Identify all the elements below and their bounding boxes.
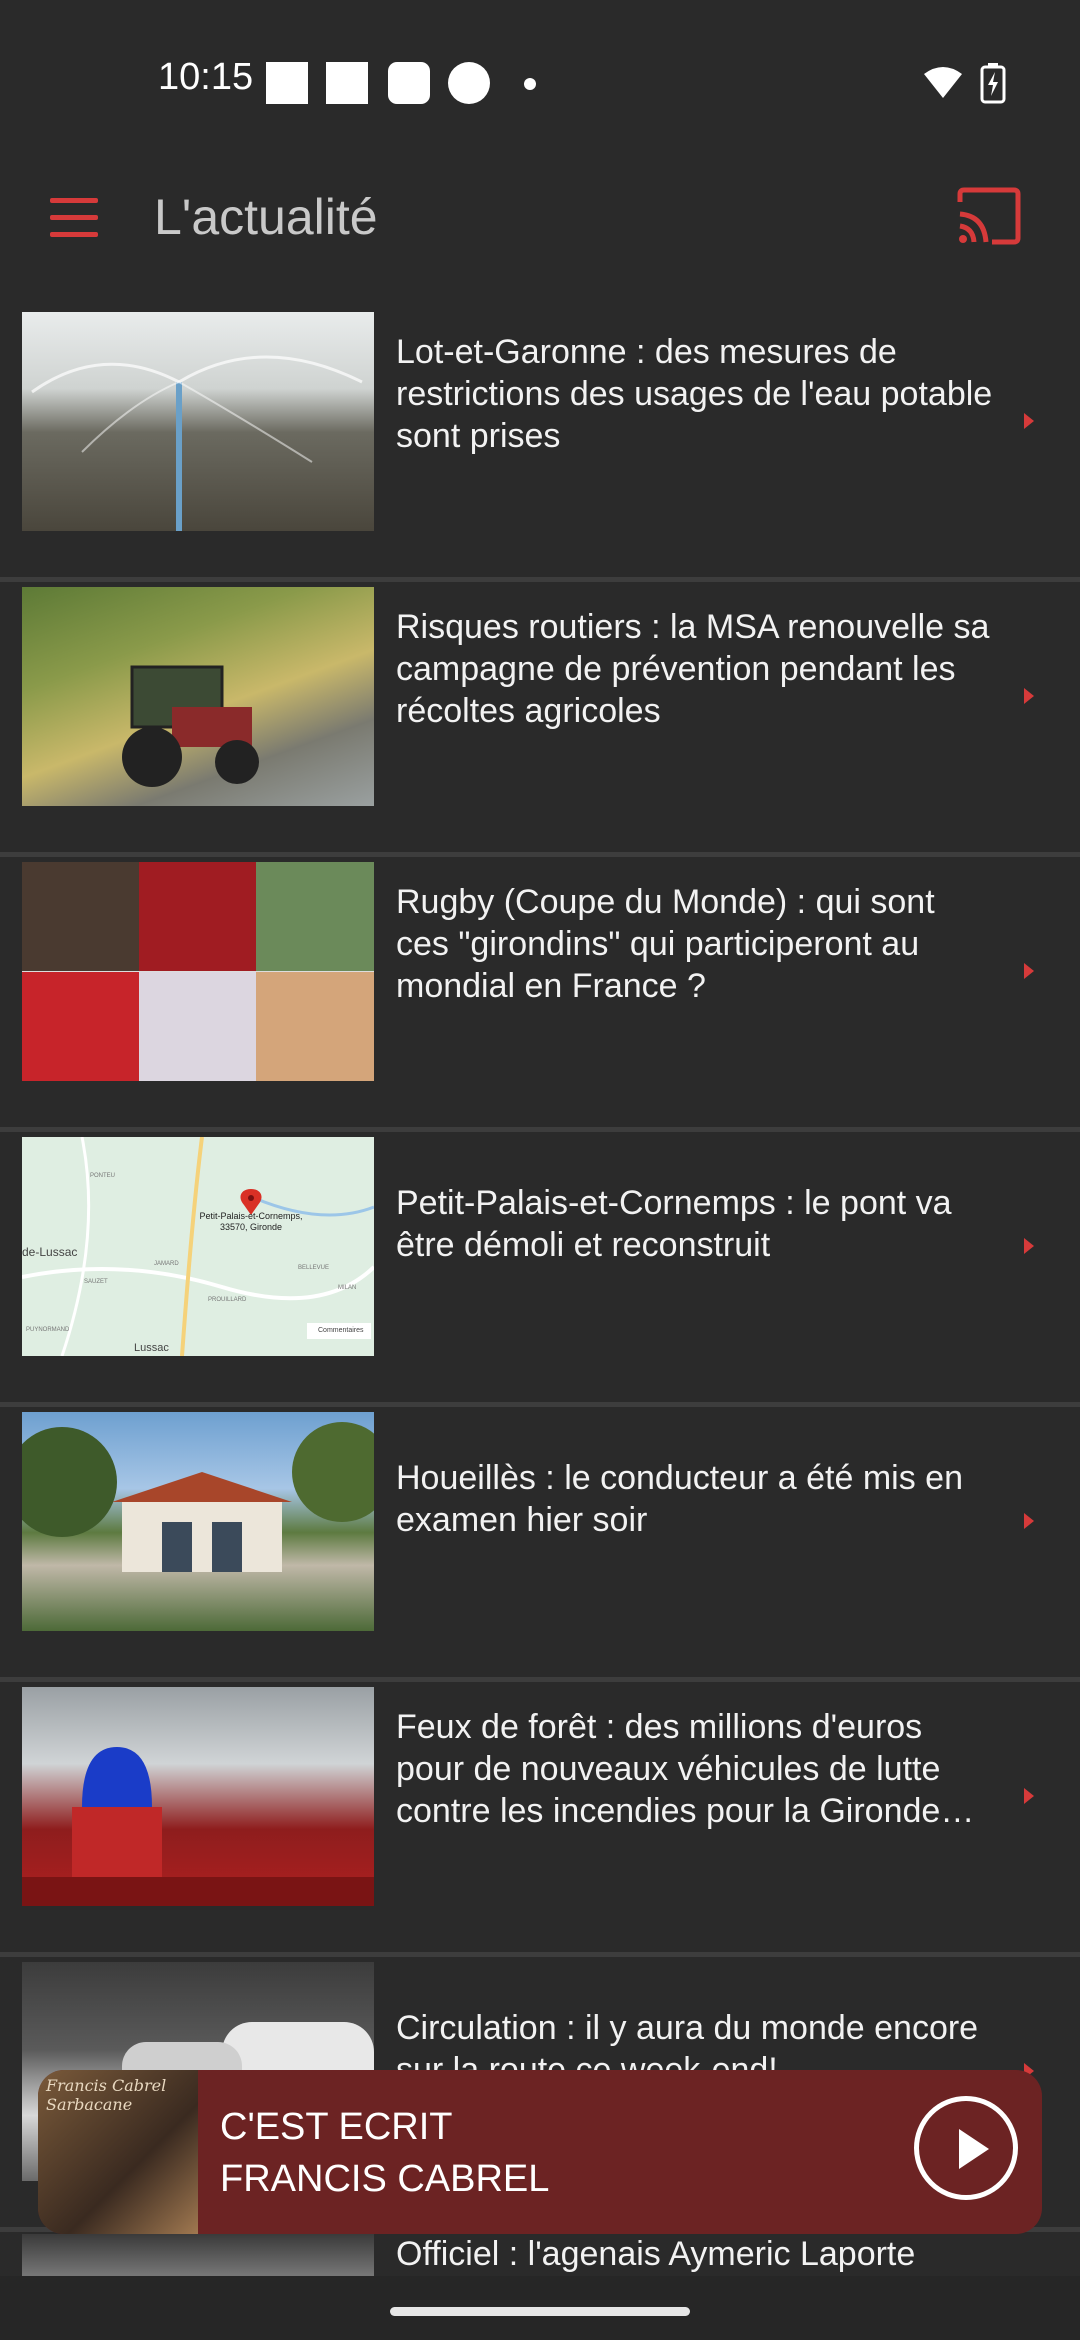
- news-title: Feux de forêt : des millions d'euros pou…: [396, 1708, 975, 1830]
- chevron-right-icon: [1024, 413, 1034, 429]
- chevron-right-icon: [1024, 1513, 1034, 1529]
- player-artist: FRANCIS CABREL: [220, 2158, 550, 2200]
- news-item[interactable]: Petit-Palais-et-Cornemps, 33570, Gironde…: [0, 1136, 1080, 1407]
- app-bar: L'actualité: [0, 150, 1080, 290]
- chevron-right-icon: [1024, 1238, 1034, 1254]
- news-title: Risques routiers : la MSA renouvelle sa …: [396, 608, 990, 730]
- news-item[interactable]: Officiel : l'agenais Aymeric Laporte: [0, 2234, 1080, 2276]
- player-title: C'EST ECRIT: [220, 2106, 453, 2148]
- news-thumbnail: [22, 1687, 374, 1906]
- news-thumbnail: [22, 312, 374, 531]
- news-item[interactable]: Feux de forêt : des millions d'euros pou…: [0, 1686, 1080, 1957]
- play-button[interactable]: [914, 2096, 1018, 2200]
- notification-icon: [448, 62, 490, 104]
- more-notifications-icon: [524, 78, 536, 90]
- news-thumbnail: [22, 862, 374, 1081]
- news-title: Officiel : l'agenais Aymeric Laporte: [396, 2235, 916, 2273]
- map-label: PONTEU: [90, 1173, 116, 1179]
- news-item[interactable]: Lot-et-Garonne : des mesures de restrict…: [0, 311, 1080, 582]
- map-label: de-Lussac: [22, 1245, 78, 1259]
- news-thumbnail: [22, 587, 374, 806]
- album-cover: Francis Cabrel Sarbacane: [38, 2070, 198, 2234]
- news-item[interactable]: Risques routiers : la MSA renouvelle sa …: [0, 586, 1080, 857]
- mini-player[interactable]: Francis Cabrel Sarbacane C'EST ECRIT FRA…: [38, 2070, 1042, 2234]
- news-title: Petit-Palais-et-Cornemps : le pont va êt…: [396, 1184, 952, 1264]
- status-bar: 10:15: [0, 0, 1080, 150]
- map-label: MILAN: [338, 1285, 357, 1291]
- news-title: Rugby (Coupe du Monde) : qui sont ces "g…: [396, 883, 935, 1005]
- page-title: L'actualité: [154, 189, 378, 245]
- play-icon: [959, 2129, 989, 2169]
- news-thumbnail: Petit-Palais-et-Cornemps, 33570, Gironde…: [22, 1137, 374, 1356]
- album-cover-text: Francis Cabrel Sarbacane: [46, 2076, 167, 2114]
- wifi-icon: [924, 67, 962, 98]
- map-label: PUYNORMAND: [26, 1327, 70, 1333]
- map-label: PROUILLARD: [208, 1297, 247, 1303]
- news-title: Lot-et-Garonne : des mesures de restrict…: [396, 333, 993, 455]
- notification-icon: [388, 62, 430, 104]
- map-label: JAMARD: [154, 1261, 179, 1267]
- map-label: Commentaires: [318, 1327, 364, 1334]
- map-label: BELLEVUE: [298, 1265, 330, 1271]
- chevron-right-icon: [1024, 963, 1034, 979]
- notification-icon: [326, 62, 368, 104]
- status-time: 10:15: [158, 56, 254, 98]
- chevron-right-icon: [1024, 688, 1034, 704]
- home-gesture-handle[interactable]: [390, 2307, 690, 2316]
- news-thumbnail: [22, 2234, 374, 2276]
- cast-icon[interactable]: [956, 186, 1022, 246]
- notification-icon: [266, 62, 308, 104]
- map-label: Lussac: [134, 1342, 169, 1354]
- news-item[interactable]: Houeillès : le conducteur a été mis en e…: [0, 1411, 1080, 1682]
- chevron-right-icon: [1024, 1788, 1034, 1804]
- map-pin-label: Petit-Palais-et-Cornemps, 33570, Gironde: [199, 1211, 303, 1232]
- battery-icon: [980, 63, 1006, 104]
- news-item[interactable]: Rugby (Coupe du Monde) : qui sont ces "g…: [0, 861, 1080, 1132]
- news-list: Lot-et-Garonne : des mesures de restrict…: [0, 311, 1080, 2236]
- map-label: SAUZET: [84, 1279, 108, 1285]
- news-thumbnail: [22, 1412, 374, 1631]
- news-title: Houeillès : le conducteur a été mis en e…: [396, 1459, 963, 1539]
- navigation-bar: [0, 2276, 1080, 2340]
- menu-icon[interactable]: [44, 188, 104, 248]
